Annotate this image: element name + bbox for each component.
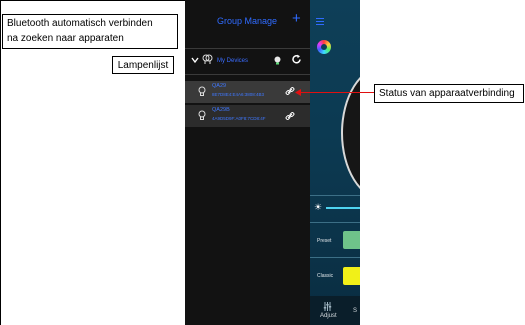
panel-divider — [310, 195, 360, 196]
adjust-panel: ☀ Preset Classic — [310, 0, 360, 325]
panel-divider — [310, 222, 360, 223]
group-manage-panel: Group Manage + My Devices QA29 8E7D8E4:E… — [185, 0, 310, 325]
add-button[interactable]: + — [292, 11, 301, 26]
bluetooth-callout-line2: na zoeken naar apparaten — [7, 33, 124, 44]
lamp-group-icon — [202, 54, 213, 64]
bulb-icon — [198, 86, 206, 96]
bluetooth-callout: Bluetooth automatisch verbinden na zoeke… — [2, 14, 178, 49]
group-name: My Devices — [217, 58, 249, 64]
brightness-slider[interactable] — [326, 207, 360, 209]
panel-divider — [310, 257, 360, 258]
header-divider — [185, 48, 310, 49]
tab-adjust[interactable]: Adjust — [320, 313, 337, 319]
link-icon[interactable] — [285, 111, 295, 121]
group-divider — [185, 74, 310, 75]
device-row[interactable]: QA29B 4A9D5D9F:A0F8:7CD8:4F — [185, 105, 310, 127]
group-manage-title: Group Manage — [217, 16, 278, 26]
color-wheel-icon[interactable] — [317, 40, 331, 54]
brightness-icon: ☀ — [314, 202, 323, 212]
bluetooth-callout-line1: Bluetooth automatisch verbinden — [7, 18, 153, 29]
connection-status-callout-text: Status van apparaatverbinding — [379, 88, 515, 99]
refresh-icon[interactable] — [291, 54, 302, 65]
chevron-down-icon[interactable] — [191, 56, 199, 64]
classic-label: Classic — [317, 273, 334, 279]
classic-color-button[interactable] — [343, 267, 360, 285]
link-icon[interactable] — [285, 86, 295, 96]
color-dial[interactable] — [341, 66, 360, 200]
lamp-list-callout: Lampenlijst — [112, 56, 174, 74]
tab-second[interactable]: S — [353, 308, 357, 314]
lamp-list-callout-text: Lampenlijst — [117, 60, 169, 71]
device-address: 4A9D5D9F:A0F8:7CD8:4F — [212, 116, 266, 121]
phone-screen: Group Manage + My Devices QA29 8E7D8E4:E… — [185, 0, 360, 325]
bulb-toggle-icon[interactable] — [273, 56, 282, 65]
device-row[interactable]: QA29 8E7D8E4:E4A6:3808:4B3 — [185, 81, 310, 103]
menu-icon[interactable] — [316, 18, 324, 27]
bottom-tab-bar: Adjust S — [310, 296, 360, 325]
page-frame-left — [0, 0, 1, 325]
page-frame-top — [0, 0, 185, 1]
connection-status-callout: Status van apparaatverbinding — [374, 84, 524, 103]
bulb-icon — [198, 110, 206, 120]
preset-color-button[interactable] — [343, 231, 360, 249]
device-name: QA29 — [212, 83, 227, 89]
preset-label: Preset — [317, 238, 332, 244]
arrow-head-icon — [295, 89, 301, 96]
sliders-icon[interactable] — [323, 302, 332, 311]
device-address: 8E7D8E4:E4A6:3808:4B3 — [212, 92, 265, 97]
device-name: QA29B — [212, 107, 230, 113]
connection-leader-line — [297, 92, 374, 93]
